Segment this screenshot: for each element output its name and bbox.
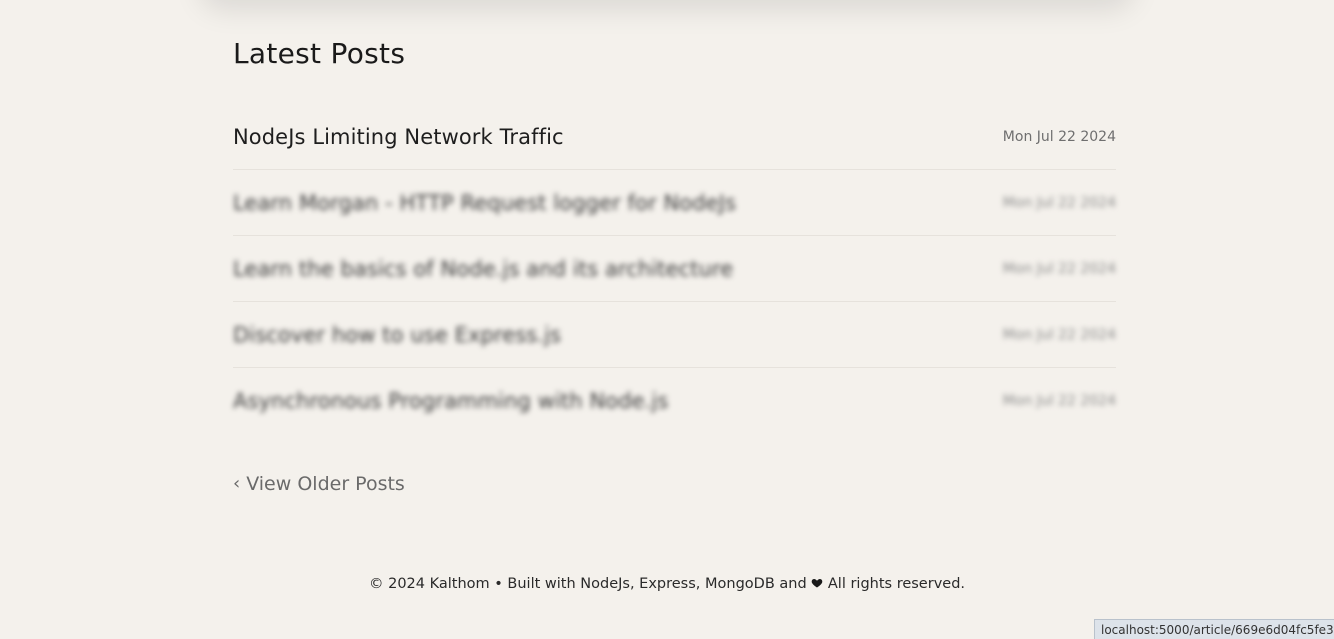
post-date: Mon Jul 22 2024 — [1002, 260, 1116, 277]
post-date: Mon Jul 22 2024 — [1002, 326, 1116, 343]
post-list: NodeJs Limiting Network Traffic Mon Jul … — [233, 104, 1116, 434]
post-title[interactable]: Discover how to use Express.js — [233, 323, 561, 347]
browser-status-bar: localhost:5000/article/669e6d04fc5fe39fd… — [1094, 619, 1334, 639]
post-link[interactable]: NodeJs Limiting Network Traffic Mon Jul … — [233, 104, 1116, 169]
post-link[interactable]: Discover how to use Express.js Mon Jul 2… — [233, 302, 1116, 367]
footer-rights-text: All rights reserved. — [827, 576, 966, 592]
heart-icon — [811, 579, 823, 588]
post-list-item[interactable]: NodeJs Limiting Network Traffic Mon Jul … — [233, 104, 1116, 170]
footer-text: © 2024 Kalthom • Built with NodeJs, Expr… — [368, 576, 807, 592]
post-date: Mon Jul 22 2024 — [1002, 194, 1116, 211]
section-title: Latest Posts — [233, 37, 406, 70]
post-title[interactable]: Learn the basics of Node.js and its arch… — [233, 257, 733, 281]
footer: © 2024 Kalthom • Built with NodeJs, Expr… — [0, 576, 1334, 592]
view-older-posts-label: View Older Posts — [246, 473, 405, 495]
view-older-posts-link[interactable]: ‹ View Older Posts — [233, 473, 405, 495]
post-list-item[interactable]: Discover how to use Express.js Mon Jul 2… — [233, 302, 1116, 368]
post-title[interactable]: Learn Morgan - HTTP Request logger for N… — [233, 191, 736, 215]
post-title[interactable]: Asynchronous Programming with Node.js — [233, 389, 668, 413]
post-link[interactable]: Learn the basics of Node.js and its arch… — [233, 236, 1116, 301]
post-date: Mon Jul 22 2024 — [1002, 128, 1116, 145]
post-date: Mon Jul 22 2024 — [1002, 393, 1116, 409]
chevron-left-icon: ‹ — [233, 473, 241, 494]
post-list-item[interactable]: Learn the basics of Node.js and its arch… — [233, 236, 1116, 302]
post-list-item[interactable]: Asynchronous Programming with Node.js Mo… — [233, 368, 1116, 434]
post-title[interactable]: NodeJs Limiting Network Traffic — [233, 125, 564, 149]
page: Latest Posts NodeJs Limiting Network Tra… — [0, 0, 1334, 639]
post-list-item[interactable]: Learn Morgan - HTTP Request logger for N… — [233, 170, 1116, 236]
post-link[interactable]: Asynchronous Programming with Node.js Mo… — [233, 368, 1116, 434]
post-link[interactable]: Learn Morgan - HTTP Request logger for N… — [233, 170, 1116, 235]
